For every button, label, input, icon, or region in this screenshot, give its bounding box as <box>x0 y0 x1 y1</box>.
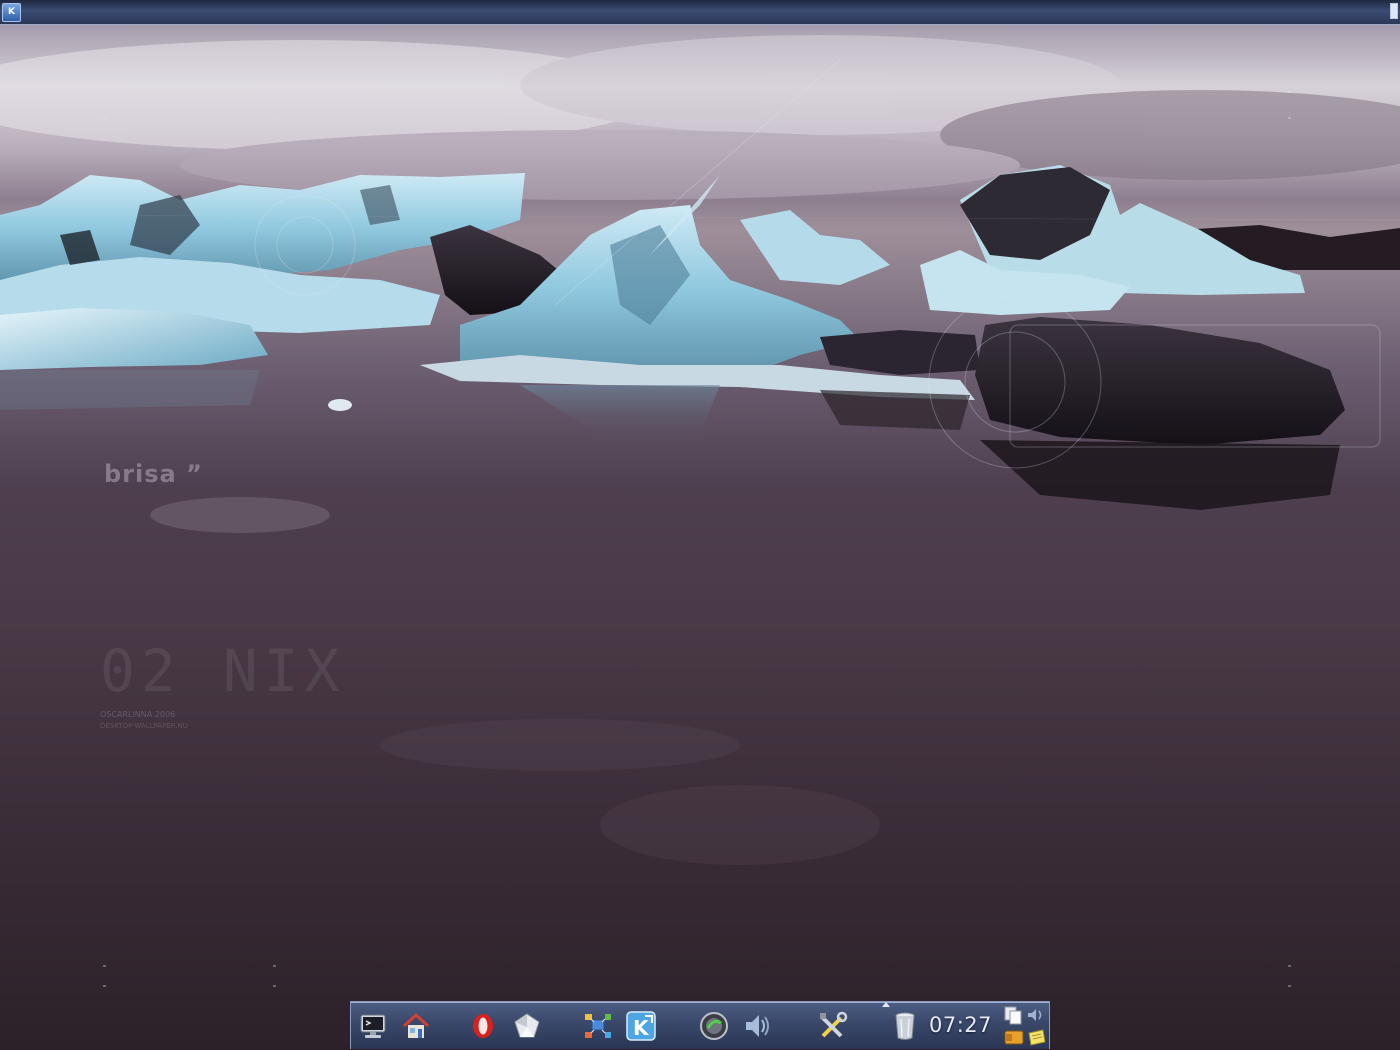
speaker-icon[interactable] <box>742 1010 774 1042</box>
konqueror-icon[interactable]: K <box>625 1010 657 1042</box>
top-panel: K <box>0 0 1400 25</box>
home-icon[interactable] <box>400 1010 432 1042</box>
cube-icon[interactable] <box>511 1010 543 1042</box>
panel-handle-icon[interactable] <box>1390 3 1398 19</box>
copy-icon[interactable] <box>1003 1006 1025 1026</box>
wallpaper-credit-line2: DESKTOP-WALLPAPER.NU <box>100 722 188 730</box>
tools-icon[interactable] <box>817 1010 849 1042</box>
opera-icon[interactable] <box>467 1010 499 1042</box>
wallpaper-scene <box>0 35 1400 987</box>
wallet-icon[interactable] <box>1003 1028 1025 1046</box>
svg-text:K: K <box>633 1016 650 1040</box>
notes-icon[interactable] <box>1027 1028 1047 1046</box>
dark-rock <box>975 317 1345 445</box>
water-reflections <box>0 370 1340 865</box>
chat-globe-icon[interactable] <box>698 1010 730 1042</box>
kde-menu-icon[interactable]: K <box>2 3 21 22</box>
wallpaper-number-text: 02 NIX <box>100 637 346 705</box>
network-icon[interactable] <box>582 1010 614 1042</box>
volume-small-icon[interactable] <box>1027 1007 1045 1023</box>
bottom-panel: K 07:27 <box>350 1001 1050 1049</box>
clock[interactable]: 07:27 <box>929 1013 1001 1037</box>
trash-icon[interactable] <box>889 1010 921 1042</box>
wallpaper-credit-line1: OSCARLINNA 2006 <box>100 710 176 719</box>
monitor-icon[interactable] <box>357 1010 389 1042</box>
show-hidden-arrow-icon[interactable] <box>882 1002 890 1007</box>
desktop-wallpaper[interactable]: brisa ” 02 NIX OSCARLINNA 2006 DESKTOP-W… <box>0 25 1400 1050</box>
cloud-layer <box>0 35 1400 200</box>
wallpaper-tag-text: brisa ” <box>104 460 203 488</box>
